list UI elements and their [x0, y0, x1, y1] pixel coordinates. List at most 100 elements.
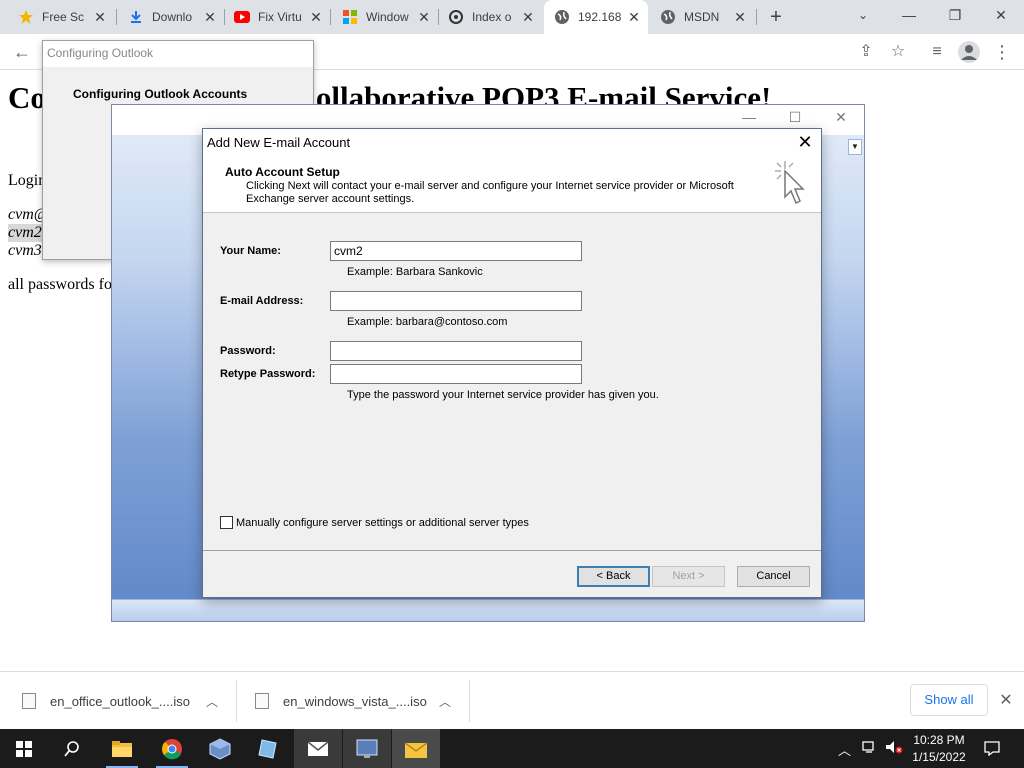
dialog-header: Auto Account Setup Clicking Next will co…: [203, 155, 821, 213]
manual-config-label[interactable]: Manually configure server settings or ad…: [236, 517, 529, 529]
start-button[interactable]: [0, 729, 48, 768]
chrome-icon: [162, 738, 182, 759]
chevron-up-icon[interactable]: ︿: [206, 693, 218, 710]
email-hint: Example: barbara@contoso.com: [347, 316, 508, 328]
download-filename: en_office_outlook_....iso: [50, 693, 190, 709]
password-input[interactable]: [330, 341, 582, 361]
new-tab-button[interactable]: +: [764, 6, 788, 28]
tab-strip: Free Sc ✕ Downlo ✕ Fix Virtu ✕ Window ✕ …: [0, 0, 1024, 34]
tab-192-168[interactable]: 192.168 ✕: [544, 0, 648, 34]
close-tab-icon[interactable]: ✕: [308, 9, 324, 25]
close-tab-icon[interactable]: ✕: [732, 9, 748, 25]
name-input[interactable]: [330, 241, 582, 261]
system-clock[interactable]: 10:28 PM 1/15/2022: [906, 732, 972, 766]
download-item[interactable]: en_office_outlook_....iso ︿: [22, 672, 232, 730]
virtualbox-button[interactable]: [196, 729, 244, 768]
file-icon: [22, 693, 36, 709]
minimize-button[interactable]: —: [886, 0, 932, 34]
mail-button[interactable]: [294, 729, 342, 768]
clock-date: 1/15/2022: [912, 750, 966, 764]
outlook-button[interactable]: [392, 729, 440, 768]
retype-password-input[interactable]: [330, 364, 582, 384]
chrome-button[interactable]: [148, 729, 196, 768]
outlook-status-band: [112, 599, 864, 621]
notification-icon[interactable]: [984, 740, 1000, 759]
clock-time: 10:28 PM: [913, 733, 965, 747]
download-separator: [236, 680, 237, 722]
tab-separator: [756, 9, 757, 25]
tab-title: Downlo: [152, 10, 193, 24]
tab-windows[interactable]: Window ✕: [332, 0, 438, 34]
close-window-button[interactable]: ✕: [978, 0, 1024, 34]
dropdown-arrow-icon[interactable]: ▼: [848, 139, 862, 155]
tab-title: MSDN: [684, 10, 720, 24]
dialog-close-button[interactable]: ✕: [793, 131, 817, 153]
vm-window-icon: [356, 739, 378, 758]
tab-title: 192.168: [578, 10, 622, 24]
close-tab-icon[interactable]: ✕: [92, 9, 108, 25]
back-arrow-icon[interactable]: ←: [10, 40, 34, 64]
index-icon: [448, 9, 464, 25]
back-button[interactable]: < Back: [577, 566, 650, 587]
download-filename: en_windows_vista_....iso: [283, 693, 427, 709]
share-icon[interactable]: ⇪: [854, 40, 878, 64]
cancel-button[interactable]: Cancel: [737, 566, 810, 587]
account-cvm2[interactable]: cvm2: [8, 224, 42, 242]
tab-index-of[interactable]: Index o ✕: [438, 0, 542, 34]
globe-icon: [660, 9, 676, 25]
tab-title: Index o: [472, 10, 512, 24]
close-tab-icon[interactable]: ✕: [520, 9, 536, 25]
download-item[interactable]: en_windows_vista_....iso ︿: [255, 672, 465, 730]
network-icon[interactable]: [862, 740, 878, 757]
outlook-envelope-icon: [404, 741, 428, 758]
close-shelf-icon[interactable]: ✕: [996, 690, 1016, 710]
bookmark-star-icon[interactable]: ☆: [886, 40, 910, 64]
reading-list-icon[interactable]: ≡: [925, 40, 949, 64]
download-icon: [128, 9, 144, 25]
tab-free-sc[interactable]: Free Sc ✕: [8, 0, 114, 34]
tab-search-icon[interactable]: ⌄: [840, 0, 886, 34]
file-icon: [255, 693, 269, 709]
tab-downloads[interactable]: Downlo ✕: [118, 0, 224, 34]
outlook-close-button[interactable]: ✕: [826, 109, 856, 131]
mail-icon: [307, 740, 329, 756]
volume-muted-icon[interactable]: [885, 740, 903, 757]
tab-separator: [116, 9, 117, 25]
app-button[interactable]: [244, 729, 292, 768]
close-tab-icon[interactable]: ✕: [416, 9, 432, 25]
star-icon: [18, 9, 34, 25]
account-cvm3[interactable]: cvm3: [8, 242, 42, 260]
vm-button[interactable]: [343, 729, 391, 768]
windows-start-icon: [16, 740, 32, 757]
file-explorer-button[interactable]: [98, 729, 146, 768]
search-button[interactable]: [48, 729, 96, 768]
show-all-button[interactable]: Show all: [910, 684, 988, 716]
chevron-up-icon[interactable]: ︿: [439, 693, 451, 710]
next-button[interactable]: Next >: [652, 566, 725, 587]
section-title: Auto Account Setup: [225, 165, 340, 179]
retype-password-label: Retype Password:: [220, 368, 316, 380]
menu-kebab-icon[interactable]: ⋮: [990, 40, 1014, 64]
show-hidden-icons[interactable]: ︿: [838, 740, 851, 759]
close-tab-icon[interactable]: ✕: [202, 9, 218, 25]
taskbar: ︿ 10:28 PM 1/15/2022: [0, 729, 1024, 768]
section-description: Clicking Next will contact your e-mail s…: [246, 180, 734, 205]
manual-config-checkbox[interactable]: [220, 516, 233, 529]
globe-icon: [554, 9, 570, 25]
folder-icon: [112, 740, 132, 757]
virtualbox-icon: [209, 737, 231, 760]
tab-title: Free Sc: [42, 10, 85, 24]
tab-fix-virtu[interactable]: Fix Virtu ✕: [224, 0, 330, 34]
restore-button[interactable]: ❐: [932, 0, 978, 34]
close-tab-icon[interactable]: ✕: [626, 9, 642, 25]
heading-start: Co: [8, 80, 46, 115]
tab-msdn[interactable]: MSDN ✕: [650, 0, 754, 34]
download-shelf: en_office_outlook_....iso ︿ en_windows_v…: [0, 671, 1024, 729]
notepad-icon: [258, 738, 277, 759]
configuring-window-title: Configuring Outlook: [43, 41, 313, 67]
tab-separator: [330, 9, 331, 25]
profile-avatar[interactable]: [958, 41, 980, 63]
add-email-account-dialog: Add New E-mail Account ✕ Auto Account Se…: [202, 128, 822, 598]
email-input[interactable]: [330, 291, 582, 311]
password-hint: Type the password your Internet service …: [347, 389, 659, 401]
